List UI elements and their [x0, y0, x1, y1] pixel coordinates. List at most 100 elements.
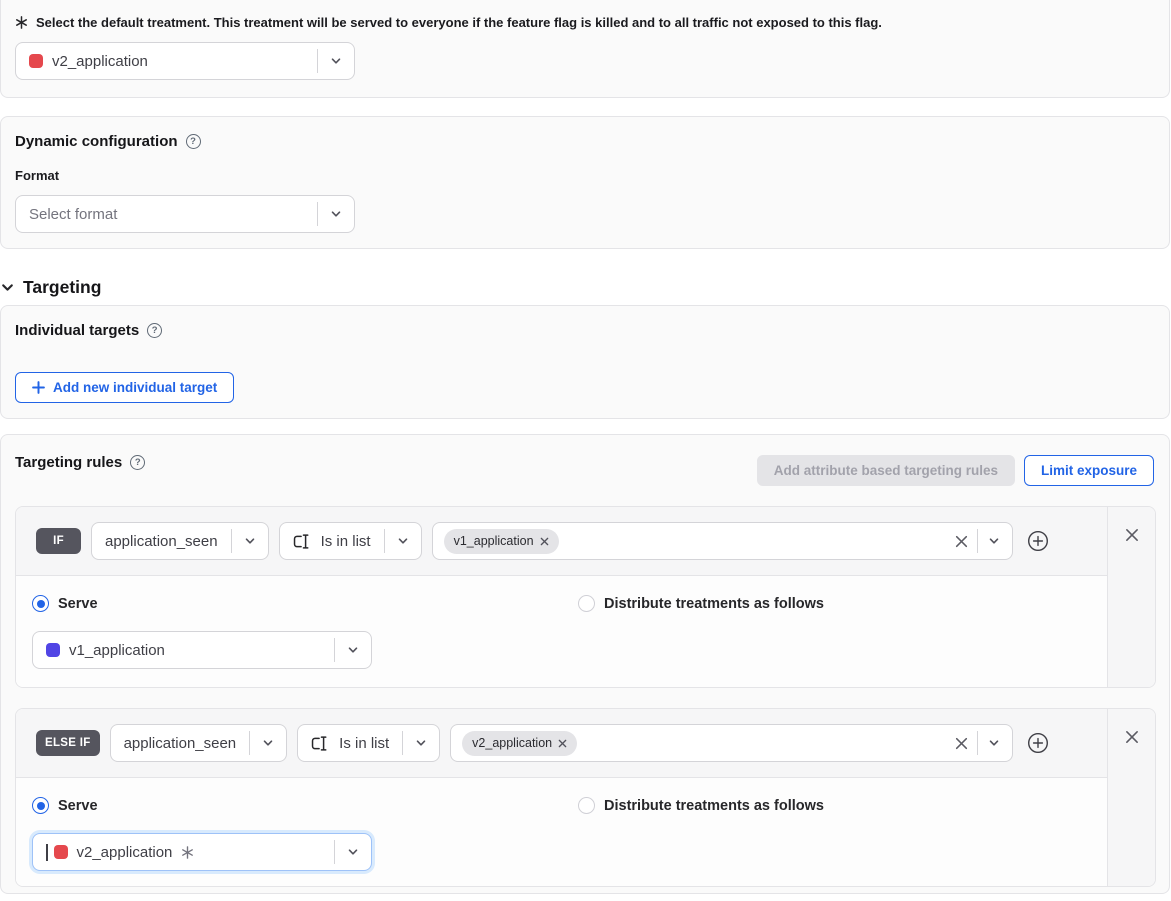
feature-flag-definition-page: Select the default treatment. This treat…: [0, 0, 1171, 901]
select-arrow: [317, 196, 354, 232]
chevron-down-icon: [329, 54, 343, 68]
select-divider: [977, 731, 978, 755]
format-select[interactable]: Select format: [15, 195, 355, 233]
select-divider: [231, 529, 232, 553]
chevron-down-icon[interactable]: [987, 736, 1001, 750]
value-chip-label: v1_application: [454, 534, 534, 548]
attribute-select[interactable]: application_seen: [91, 522, 269, 560]
help-icon[interactable]: [130, 455, 145, 470]
select-arrow: [249, 725, 286, 761]
default-treatment-select[interactable]: v2_application: [15, 42, 355, 80]
distribute-radio-option[interactable]: Distribute treatments as follows: [578, 797, 824, 814]
add-individual-target-button[interactable]: Add new individual target: [15, 372, 234, 403]
radio-unselected-icon[interactable]: [578, 797, 595, 814]
individual-targets-section: Individual targets Add new individual ta…: [0, 305, 1170, 419]
chevron-down-icon: [396, 534, 410, 548]
values-select-arrow: [977, 529, 1001, 553]
attribute-select[interactable]: application_seen: [110, 724, 288, 762]
add-attribute-rules-button[interactable]: Add attribute based targeting rules: [757, 455, 1015, 486]
help-icon[interactable]: [147, 323, 162, 338]
targeting-rules-section: Targeting rules Add attribute based targ…: [0, 434, 1170, 894]
matcher-label: Is in list: [321, 533, 371, 550]
add-condition-icon[interactable]: [1027, 732, 1049, 754]
default-treatment-note-text: Select the default treatment. This treat…: [36, 15, 882, 30]
clear-values-icon[interactable]: [954, 736, 969, 751]
select-divider: [977, 529, 978, 553]
serve-radio-option[interactable]: Serve: [32, 797, 98, 814]
remove-chip-icon[interactable]: [540, 537, 549, 546]
serve-treatment-selected-option: v2_application: [33, 834, 334, 870]
dynamic-configuration-section: Dynamic configuration Format Select form…: [0, 116, 1170, 249]
rule-keyword-badge: ELSE IF: [36, 730, 100, 756]
targeting-section-header: Targeting: [0, 276, 101, 298]
select-divider: [317, 202, 318, 226]
chevron-down-icon: [329, 207, 343, 221]
treatment-color-swatch: [29, 54, 43, 68]
treatment-color-swatch: [46, 643, 60, 657]
distribute-radio-label: Distribute treatments as follows: [604, 798, 824, 814]
targeting-rules-title-row: Targeting rules: [15, 454, 145, 471]
chevron-down-icon: [346, 643, 360, 657]
rule-body: IF application_seen Is in: [16, 507, 1108, 687]
radio-unselected-icon[interactable]: [578, 595, 595, 612]
serve-treatment-value: v1_application: [69, 642, 165, 659]
dynamic-configuration-title-row: Dynamic configuration: [15, 133, 201, 150]
distribute-radio-option[interactable]: Distribute treatments as follows: [578, 595, 824, 612]
remove-chip-icon[interactable]: [558, 739, 567, 748]
add-individual-target-label: Add new individual target: [53, 380, 217, 395]
chevron-down-icon[interactable]: [987, 534, 1001, 548]
matcher-select-value: Is in list: [280, 523, 384, 559]
default-treatment-asterisk-icon: [181, 846, 194, 859]
add-condition-icon[interactable]: [1027, 530, 1049, 552]
select-divider: [334, 638, 335, 662]
chevron-down-icon: [261, 736, 275, 750]
serve-radio-option[interactable]: Serve: [32, 595, 98, 612]
delete-rule-icon[interactable]: [1124, 729, 1140, 745]
targeting-rule-1: IF application_seen Is in: [15, 506, 1156, 688]
select-arrow: [231, 523, 268, 559]
rule-values-input[interactable]: v1_application: [432, 522, 1013, 560]
select-arrow: [317, 43, 354, 79]
rule-keyword-badge: IF: [36, 528, 81, 554]
value-chip-label: v2_application: [472, 736, 552, 750]
matcher-label: Is in list: [339, 735, 389, 752]
select-divider: [334, 840, 335, 864]
radio-selected-icon[interactable]: [32, 595, 49, 612]
radio-selected-icon[interactable]: [32, 797, 49, 814]
rule-serve-area: Serve Distribute treatments as follows v…: [16, 576, 1107, 687]
chevron-down-icon: [414, 736, 428, 750]
serve-treatment-select[interactable]: v1_application: [32, 631, 372, 669]
rule-values-input[interactable]: v2_application: [450, 724, 1013, 762]
individual-targets-title-row: Individual targets: [15, 322, 162, 339]
serve-treatment-select[interactable]: v2_application: [32, 833, 372, 871]
individual-targets-title: Individual targets: [15, 322, 139, 339]
limit-exposure-button[interactable]: Limit exposure: [1024, 455, 1154, 486]
select-divider: [384, 529, 385, 553]
serve-treatment-value: v2_application: [77, 844, 173, 861]
dynamic-configuration-title: Dynamic configuration: [15, 133, 178, 150]
string-type-icon: [293, 534, 312, 549]
default-treatment-section: Select the default treatment. This treat…: [0, 0, 1170, 98]
help-icon[interactable]: [186, 134, 201, 149]
default-treatment-selected-option: v2_application: [16, 43, 317, 79]
serve-radio-label: Serve: [58, 596, 98, 612]
matcher-select[interactable]: Is in list: [297, 724, 440, 762]
select-arrow: [334, 834, 371, 870]
default-treatment-note: Select the default treatment. This treat…: [15, 15, 882, 30]
value-chip: v2_application: [462, 731, 577, 756]
targeting-title: Targeting: [23, 277, 101, 298]
default-treatment-value: v2_application: [52, 53, 148, 70]
select-arrow: [334, 632, 371, 668]
clear-values-icon[interactable]: [954, 534, 969, 549]
targeting-rules-title: Targeting rules: [15, 454, 122, 471]
attribute-select-value: application_seen: [92, 523, 231, 559]
select-divider: [402, 731, 403, 755]
delete-rule-icon[interactable]: [1124, 527, 1140, 543]
targeting-rule-2: ELSE IF application_seen: [15, 708, 1156, 887]
select-divider: [249, 731, 250, 755]
text-cursor: [46, 844, 48, 861]
collapse-chevron-icon[interactable]: [0, 280, 15, 295]
string-type-icon: [311, 736, 330, 751]
plus-icon: [32, 381, 45, 394]
matcher-select[interactable]: Is in list: [279, 522, 422, 560]
